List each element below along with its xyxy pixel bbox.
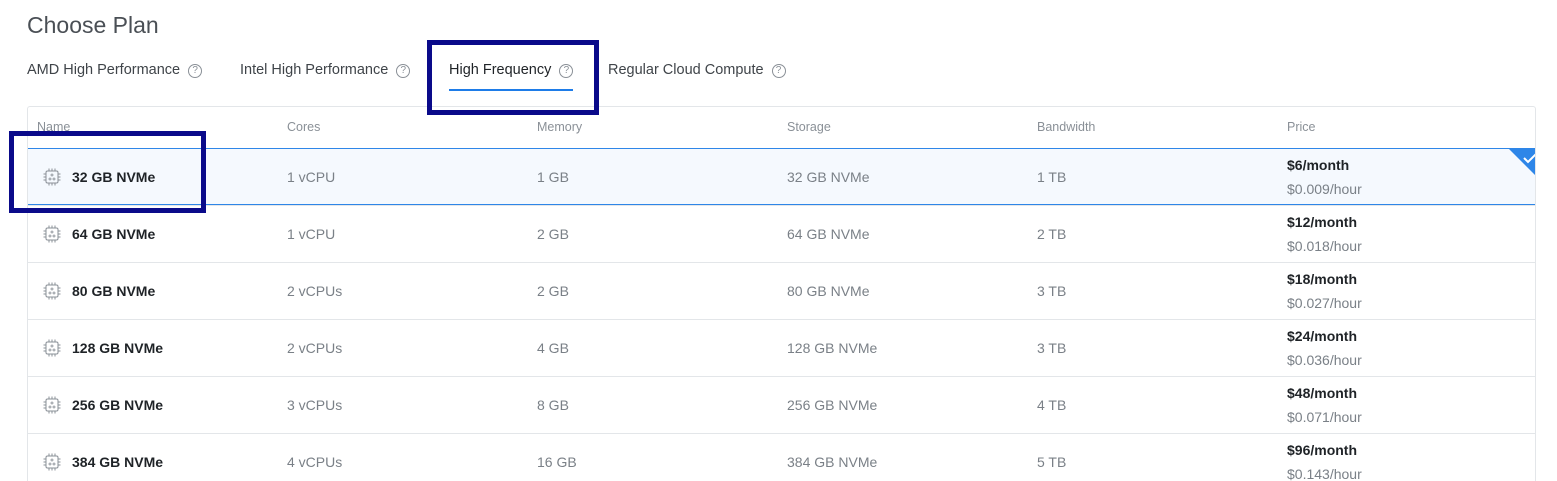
plan-price-month: $48/month [1287, 385, 1358, 401]
plan-price-month: $96/month [1287, 442, 1358, 458]
plans-table: Name Cores Memory Storage Bandwidth Pric… [27, 106, 1536, 481]
tab-intel-high-performance[interactable]: Intel High Performance ? [240, 62, 411, 92]
plan-storage: 80 GB NVMe [787, 283, 870, 299]
checkmark-icon [1509, 149, 1535, 175]
plan-cores: 4 vCPUs [287, 454, 343, 470]
help-circle-icon[interactable]: ? [771, 64, 786, 78]
plan-cores: 3 vCPUs [287, 397, 343, 413]
column-header-name: Name [37, 120, 71, 134]
plan-price-hour: $0.009/hour [1287, 181, 1362, 197]
plan-bandwidth: 5 TB [1037, 454, 1067, 470]
plan-name: 80 GB NVMe [72, 283, 156, 299]
plan-bandwidth: 4 TB [1037, 397, 1067, 413]
help-circle-icon[interactable]: ? [559, 64, 574, 78]
plan-bandwidth: 2 TB [1037, 226, 1067, 242]
plan-storage: 32 GB NVMe [787, 169, 870, 185]
plan-price-month: $12/month [1287, 214, 1358, 230]
plan-memory: 16 GB [537, 454, 577, 470]
cpu-chip-icon [43, 453, 61, 471]
plan-row[interactable]: 384 GB NVMe 4 vCPUs 16 GB 384 GB NVMe 5 TB $9… [28, 433, 1535, 481]
plan-name: 64 GB NVMe [72, 226, 156, 242]
tab-amd-high-performance[interactable]: AMD High Performance ? [27, 62, 203, 92]
help-circle-icon[interactable]: ? [396, 64, 411, 78]
column-header-memory: Memory [537, 120, 583, 134]
plan-row[interactable]: 256 GB NVMe 3 vCPUs 8 GB 256 GB NVMe 4 TB $48… [28, 376, 1535, 433]
plan-storage: 384 GB NVMe [787, 454, 878, 470]
tab-label: Regular Cloud Compute [608, 62, 764, 78]
plan-cores: 2 vCPUs [287, 340, 343, 356]
plan-name: 32 GB NVMe [72, 169, 156, 185]
plan-cores: 1 vCPU [287, 169, 336, 185]
plan-cores: 2 vCPUs [287, 283, 343, 299]
plan-price-hour: $0.018/hour [1287, 238, 1362, 254]
plan-storage: 128 GB NVMe [787, 340, 878, 356]
cpu-chip-icon [43, 339, 61, 357]
plan-memory: 8 GB [537, 397, 569, 413]
plan-storage: 256 GB NVMe [787, 397, 878, 413]
help-circle-icon[interactable]: ? [188, 64, 203, 78]
table-header: Name Cores Memory Storage Bandwidth Pric… [28, 107, 1535, 147]
plan-memory: 4 GB [537, 340, 569, 356]
plan-price-month: $24/month [1287, 328, 1358, 344]
tab-label: AMD High Performance [27, 62, 181, 78]
column-header-bandwidth: Bandwidth [1037, 120, 1096, 134]
cpu-chip-icon [43, 168, 61, 186]
tab-label: High Frequency [449, 62, 552, 78]
plan-name: 384 GB NVMe [72, 454, 164, 470]
plan-name: 128 GB NVMe [72, 340, 164, 356]
plan-storage: 64 GB NVMe [787, 226, 870, 242]
cpu-chip-icon [43, 282, 61, 300]
plan-memory: 2 GB [537, 283, 569, 299]
column-header-price: Price [1287, 120, 1316, 134]
tab-high-frequency[interactable]: High Frequency ? [449, 62, 574, 92]
plan-bandwidth: 1 TB [1037, 169, 1067, 185]
plan-row[interactable]: 80 GB NVMe 2 vCPUs 2 GB 80 GB NVMe 3 TB $18/m… [28, 262, 1535, 319]
plan-price-month: $6/month [1287, 157, 1350, 173]
active-tab-underline [449, 89, 574, 91]
cpu-chip-icon [43, 225, 61, 243]
plan-price-month: $18/month [1287, 271, 1358, 287]
plan-price-hour: $0.027/hour [1287, 295, 1362, 311]
plan-bandwidth: 3 TB [1037, 340, 1067, 356]
cpu-chip-icon [43, 396, 61, 414]
plan-memory: 2 GB [537, 226, 569, 242]
tab-label: Intel High Performance [240, 62, 389, 78]
plan-memory: 1 GB [537, 169, 569, 185]
plan-price-hour: $0.143/hour [1287, 466, 1362, 481]
plan-row[interactable]: 64 GB NVMe 1 vCPU 2 GB 64 GB NVMe 2 TB $12/mo… [28, 205, 1535, 262]
tab-regular-cloud-compute[interactable]: Regular Cloud Compute ? [608, 62, 786, 92]
plan-row[interactable]: 128 GB NVMe 2 vCPUs 4 GB 128 GB NVMe 3 TB $24… [28, 319, 1535, 376]
plan-name: 256 GB NVMe [72, 397, 164, 413]
plan-cores: 1 vCPU [287, 226, 336, 242]
plan-price-hour: $0.071/hour [1287, 409, 1362, 425]
plan-price-hour: $0.036/hour [1287, 352, 1362, 368]
column-header-cores: Cores [287, 120, 321, 134]
plan-row[interactable]: 32 GB NVMe 1 vCPU 1 GB 32 GB NVMe 1 TB $6/mon… [28, 148, 1535, 205]
page-title: Choose Plan [27, 12, 159, 38]
column-header-storage: Storage [787, 120, 831, 134]
plan-bandwidth: 3 TB [1037, 283, 1067, 299]
